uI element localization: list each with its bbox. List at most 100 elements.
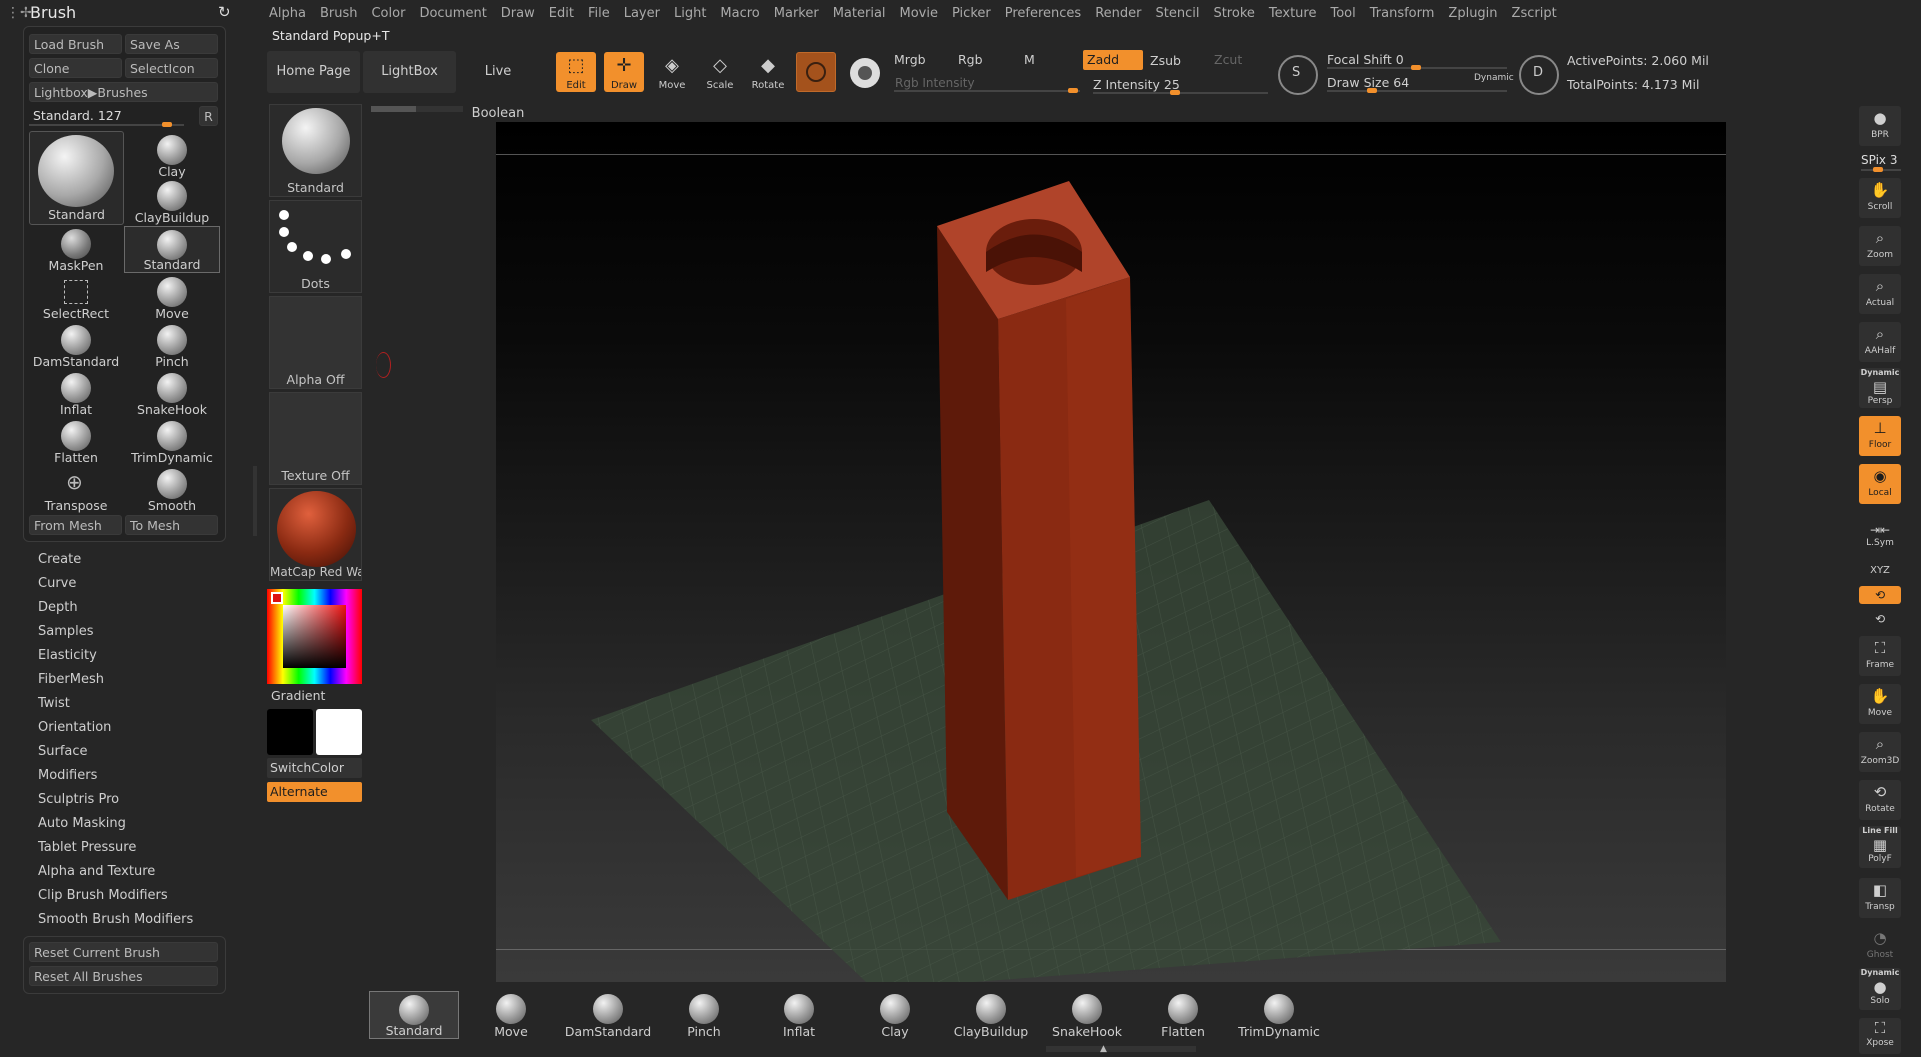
menu-movie[interactable]: Movie: [893, 6, 945, 21]
symmetry-toggle[interactable]: ⟲: [1859, 586, 1901, 604]
zoom-button[interactable]: ⌕ Zoom: [1859, 226, 1901, 266]
focal-shift-knob[interactable]: [1411, 65, 1421, 70]
menu-stroke[interactable]: Stroke: [1206, 6, 1261, 21]
z-intensity-slider[interactable]: [1093, 90, 1268, 95]
draw-size-slider[interactable]: [1327, 88, 1507, 93]
symmetry-radial-toggle[interactable]: ⟲: [1859, 610, 1901, 628]
persp-button[interactable]: Dynamic ▤ Persp: [1859, 368, 1901, 408]
subpalette-surface[interactable]: Surface: [38, 744, 88, 759]
canvas-viewport[interactable]: [496, 122, 1726, 982]
r-button[interactable]: R: [199, 106, 218, 126]
menu-file[interactable]: File: [581, 6, 617, 21]
brush-slider-knob[interactable]: [162, 122, 172, 127]
subpalette-fibermesh[interactable]: FiberMesh: [38, 672, 104, 687]
save-as-button[interactable]: Save As: [125, 34, 218, 54]
brush-smooth[interactable]: Smooth: [124, 466, 220, 513]
zadd-toggle[interactable]: Zadd: [1083, 50, 1143, 70]
move-button[interactable]: ◈ Move: [652, 52, 692, 92]
brush-move[interactable]: Move: [124, 274, 220, 321]
subpalette-clip-brush-modifiers[interactable]: Clip Brush Modifiers: [38, 888, 168, 903]
menu-render[interactable]: Render: [1088, 6, 1148, 21]
menu-marker[interactable]: Marker: [767, 6, 826, 21]
brush-palette-header[interactable]: ⋮✢ Brush ↻: [0, 0, 240, 26]
brush-claybuildup[interactable]: ClayBuildup: [124, 178, 220, 225]
color-picker-icon[interactable]: [850, 58, 880, 88]
brush-size-slider[interactable]: Standard. 127: [29, 106, 195, 127]
menu-stencil[interactable]: Stencil: [1148, 6, 1206, 21]
live-boolean-button[interactable]: Live Boolean: [459, 51, 537, 121]
brush-maskpen[interactable]: MaskPen: [28, 226, 124, 273]
shelf-brush-snakehook[interactable]: SnakeHook: [1042, 991, 1132, 1039]
shelf-scroll-handle[interactable]: [1046, 1046, 1196, 1052]
material-swatch-button[interactable]: [796, 52, 836, 92]
home-page-button[interactable]: Home Page: [267, 51, 360, 93]
stroke-thumb-button[interactable]: Dots: [269, 200, 362, 293]
load-brush-button[interactable]: Load Brush: [29, 34, 122, 54]
refresh-icon[interactable]: ↻: [218, 3, 231, 21]
shelf-brush-inflat[interactable]: Inflat: [754, 991, 844, 1039]
main-color-swatch[interactable]: [267, 709, 313, 755]
brush-damstandard[interactable]: DamStandard: [28, 322, 124, 369]
alternate-button[interactable]: Alternate: [267, 782, 362, 802]
clone-button[interactable]: Clone: [29, 58, 122, 78]
lazy-mouse-d-icon[interactable]: D: [1519, 55, 1559, 95]
menu-layer[interactable]: Layer: [617, 6, 667, 21]
menu-preferences[interactable]: Preferences: [998, 6, 1088, 21]
subpalette-twist[interactable]: Twist: [38, 696, 70, 711]
menu-zplugin[interactable]: Zplugin: [1441, 6, 1504, 21]
gradient-label[interactable]: Gradient: [271, 688, 325, 703]
switch-color-button[interactable]: SwitchColor: [267, 758, 362, 778]
scroll-button[interactable]: ✋ Scroll: [1859, 178, 1901, 218]
polyf-button[interactable]: Line Fill ▦ PolyF: [1859, 826, 1901, 868]
tool-scroll-strip[interactable]: [371, 106, 463, 112]
brush-standard[interactable]: Standard: [124, 226, 220, 273]
current-brush-thumb[interactable]: Standard: [29, 131, 124, 225]
bpr-button[interactable]: ● BPR: [1859, 106, 1901, 146]
secondary-color-swatch[interactable]: [316, 709, 362, 755]
rgb-intensity-slider[interactable]: [894, 88, 1080, 93]
menu-transform[interactable]: Transform: [1363, 6, 1442, 21]
shelf-brush-damstandard[interactable]: DamStandard: [563, 991, 653, 1039]
subpalette-orientation[interactable]: Orientation: [38, 720, 111, 735]
color-picker-square[interactable]: [283, 605, 346, 668]
grip-icon[interactable]: ⋮✢: [6, 5, 32, 21]
menu-tool[interactable]: Tool: [1323, 6, 1362, 21]
subpalette-tablet-pressure[interactable]: Tablet Pressure: [38, 840, 136, 855]
subpalette-elasticity[interactable]: Elasticity: [38, 648, 97, 663]
solo-button[interactable]: Dynamic ● Solo: [1859, 968, 1901, 1010]
menu-zscript[interactable]: Zscript: [1505, 6, 1564, 21]
ghost-button[interactable]: ◔ Ghost: [1859, 926, 1901, 966]
brush-selectrect[interactable]: SelectRect: [28, 274, 124, 321]
menu-draw[interactable]: Draw: [494, 6, 542, 21]
zsub-toggle[interactable]: Zsub: [1150, 53, 1181, 68]
shelf-brush-standard[interactable]: Standard: [369, 991, 459, 1039]
collapse-icon[interactable]: ▲: [1100, 1044, 1107, 1054]
brush-trimdynamic[interactable]: TrimDynamic: [124, 418, 220, 465]
lsym-button[interactable]: ⇥⇤ L.Sym: [1859, 522, 1901, 550]
lightbox-brushes-button[interactable]: Lightbox▶Brushes: [29, 82, 218, 102]
xyz-button[interactable]: XYZ: [1859, 560, 1901, 582]
floor-button[interactable]: ⊥ Floor: [1859, 416, 1901, 456]
to-mesh-button[interactable]: To Mesh: [125, 515, 218, 535]
shelf-brush-claybuildup[interactable]: ClayBuildup: [946, 991, 1036, 1039]
subpalette-create[interactable]: Create: [38, 552, 81, 567]
brush-snakehook[interactable]: SnakeHook: [124, 370, 220, 417]
rgb-intensity-knob[interactable]: [1068, 88, 1078, 93]
rotate-button[interactable]: ◆ Rotate: [748, 52, 788, 92]
aahalf-button[interactable]: ⌕ AAHalf: [1859, 322, 1901, 362]
dynamic-toggle[interactable]: Dynamic: [1474, 73, 1514, 83]
m-toggle[interactable]: M: [1024, 52, 1035, 67]
menu-color[interactable]: Color: [364, 6, 412, 21]
subpalette-depth[interactable]: Depth: [38, 600, 78, 615]
panel-divider[interactable]: [253, 466, 257, 536]
local-button[interactable]: ◉ Local: [1859, 464, 1901, 504]
focal-shift-slider[interactable]: [1327, 65, 1507, 70]
rotate-view-button[interactable]: ⟲ Rotate: [1859, 780, 1901, 820]
subpalette-alpha-and-texture[interactable]: Alpha and Texture: [38, 864, 155, 879]
brush-pinch[interactable]: Pinch: [124, 322, 220, 369]
shelf-brush-pinch[interactable]: Pinch: [659, 991, 749, 1039]
brush-flatten[interactable]: Flatten: [28, 418, 124, 465]
transp-button[interactable]: ◧ Transp: [1859, 878, 1901, 918]
menu-document[interactable]: Document: [412, 6, 493, 21]
subpalette-modifiers[interactable]: Modifiers: [38, 768, 97, 783]
